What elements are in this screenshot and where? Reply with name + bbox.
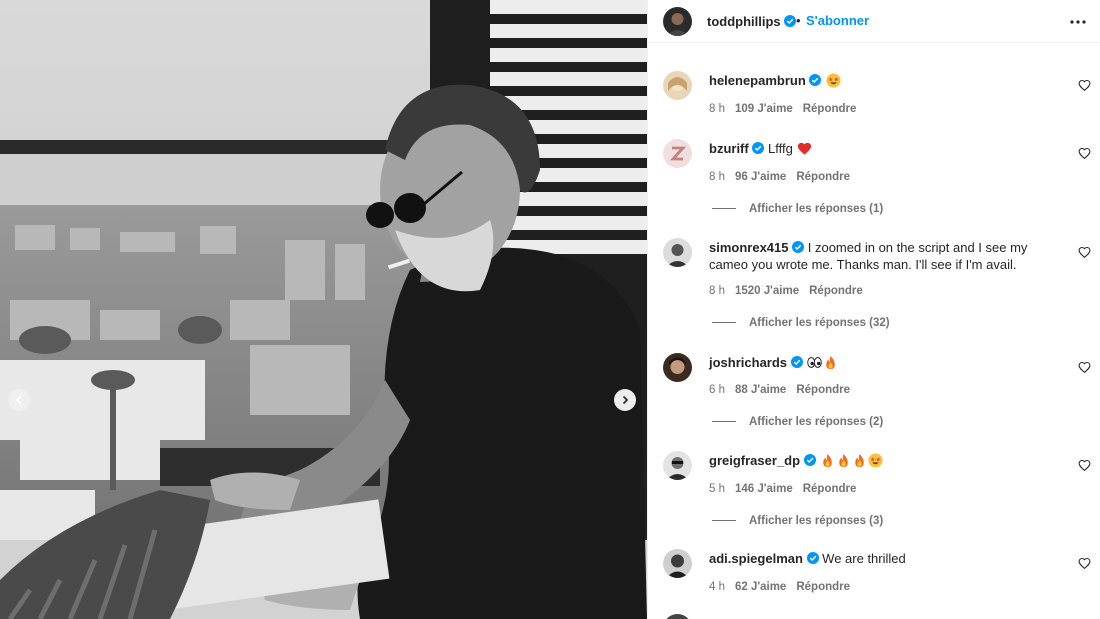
comment-item: simonrex415 I zoomed in on the script an… bbox=[648, 238, 1100, 333]
verified-badge-icon bbox=[790, 356, 803, 368]
replies-divider bbox=[712, 322, 736, 324]
comment-time[interactable]: 6 h bbox=[709, 384, 725, 396]
comment-time[interactable]: 8 h bbox=[709, 285, 725, 297]
like-heart-icon[interactable] bbox=[1078, 147, 1091, 160]
comment-text: greigfraser_dp bbox=[709, 452, 1069, 469]
commenter-username[interactable]: joshrichards bbox=[709, 355, 787, 370]
author-username[interactable]: toddphillips bbox=[707, 14, 797, 29]
fire-emoji-icon bbox=[855, 453, 865, 468]
comment-likes[interactable]: 1520 J'aime bbox=[735, 285, 799, 297]
view-replies-label: Afficher les réponses (3) bbox=[749, 515, 884, 527]
carousel-prev-button[interactable] bbox=[8, 389, 30, 411]
more-horizontal-icon[interactable] bbox=[1068, 13, 1088, 31]
comment-likes[interactable]: 109 J'aime bbox=[735, 103, 793, 115]
comment-time[interactable]: 8 h bbox=[709, 103, 725, 115]
like-heart-icon[interactable] bbox=[1078, 557, 1091, 570]
comment-likes[interactable]: 62 J'aime bbox=[735, 581, 786, 593]
eyes-emoji-icon bbox=[807, 357, 823, 368]
red-heart-emoji-icon bbox=[798, 142, 812, 155]
commenter-username[interactable]: adi.spiegelman bbox=[709, 551, 803, 566]
commenter-username[interactable]: simonrex415 bbox=[709, 240, 789, 255]
replies-divider bbox=[712, 520, 736, 522]
comment-time[interactable]: 4 h bbox=[709, 581, 725, 593]
view-replies-button[interactable]: Afficher les réponses (3) bbox=[712, 515, 883, 527]
commenter-avatar[interactable] bbox=[663, 139, 692, 168]
comment-meta: 8 h 109 J'aime Répondre bbox=[709, 103, 866, 115]
comment-message: We are thrilled bbox=[822, 551, 906, 566]
like-heart-icon[interactable] bbox=[1078, 79, 1091, 92]
replies-divider bbox=[712, 208, 736, 210]
star-struck-emoji-icon bbox=[826, 73, 841, 88]
reply-button[interactable]: Répondre bbox=[796, 581, 850, 593]
commenter-avatar[interactable] bbox=[663, 451, 692, 480]
replies-divider bbox=[712, 421, 736, 423]
star-struck-emoji-icon bbox=[868, 453, 883, 468]
view-replies-label: Afficher les réponses (32) bbox=[749, 317, 890, 329]
commenter-avatar[interactable] bbox=[663, 71, 692, 100]
like-heart-icon[interactable] bbox=[1078, 459, 1091, 472]
view-replies-button[interactable]: Afficher les réponses (1) bbox=[712, 203, 883, 215]
commenter-username[interactable]: greigfraser_dp bbox=[709, 453, 800, 468]
verified-badge-icon bbox=[792, 241, 805, 253]
comment-meta: 4 h 62 J'aime Répondre bbox=[709, 581, 860, 593]
comment-likes[interactable]: 96 J'aime bbox=[735, 171, 786, 183]
commenter-username[interactable]: helenepambrun bbox=[709, 73, 806, 88]
verified-badge-icon bbox=[752, 142, 765, 154]
post-photo bbox=[0, 0, 647, 619]
commenter-username[interactable]: bzuriff bbox=[709, 141, 749, 156]
fire-emoji-icon bbox=[839, 453, 849, 468]
comment-item: joshrichards 6 h 88 J'aime Répondre Affich… bbox=[648, 353, 1100, 433]
comment-likes[interactable]: 146 J'aime bbox=[735, 483, 793, 495]
carousel-next-button[interactable] bbox=[614, 389, 636, 411]
fire-emoji-icon bbox=[826, 355, 836, 370]
commenter-avatar[interactable] bbox=[663, 238, 692, 267]
comment-item: bzuriff Lfffg 8 h 96 J'aime Répondre Affic… bbox=[648, 139, 1100, 219]
comment-text: helenepambrun bbox=[709, 72, 1069, 89]
comment-time[interactable]: 8 h bbox=[709, 171, 725, 183]
commenter-avatar[interactable] bbox=[663, 353, 692, 382]
reply-button[interactable]: Répondre bbox=[796, 171, 850, 183]
view-replies-label: Afficher les réponses (1) bbox=[749, 203, 884, 215]
post-header: toddphillips • S'abonner bbox=[648, 0, 1100, 43]
comment-text: adi.spiegelman We are thrilled bbox=[709, 550, 1069, 567]
reply-button[interactable]: Répondre bbox=[803, 483, 857, 495]
view-replies-label: Afficher les réponses (2) bbox=[749, 416, 884, 428]
comment-meta: 8 h 96 J'aime Répondre bbox=[709, 171, 860, 183]
chevron-right-icon bbox=[622, 395, 629, 405]
comment-item: adi.spiegelman We are thrilled 4 h 62 J'a… bbox=[648, 549, 1100, 604]
comment-message: Lfffg bbox=[767, 141, 793, 156]
header-separator: • bbox=[796, 13, 801, 28]
view-replies-button[interactable]: Afficher les réponses (2) bbox=[712, 416, 883, 428]
next-commenter-avatar[interactable] bbox=[663, 614, 692, 619]
view-replies-button[interactable]: Afficher les réponses (32) bbox=[712, 317, 890, 329]
comment-time[interactable]: 5 h bbox=[709, 483, 725, 495]
follow-button[interactable]: S'abonner bbox=[806, 13, 869, 28]
reply-button[interactable]: Répondre bbox=[803, 103, 857, 115]
comment-text: bzuriff Lfffg bbox=[709, 140, 1069, 157]
chevron-left-icon bbox=[15, 395, 22, 405]
comment-text: joshrichards bbox=[709, 354, 1069, 371]
verified-badge-icon bbox=[809, 74, 822, 86]
like-heart-icon[interactable] bbox=[1078, 361, 1091, 374]
comment-item: helenepambrun 8 h 109 J'aime Répondre bbox=[648, 71, 1100, 126]
verified-badge-icon bbox=[784, 15, 797, 27]
post-image bbox=[0, 0, 647, 619]
comment-meta: 8 h 1520 J'aime Répondre bbox=[709, 285, 873, 297]
author-avatar[interactable] bbox=[663, 7, 692, 36]
comment-likes[interactable]: 88 J'aime bbox=[735, 384, 786, 396]
like-heart-icon[interactable] bbox=[1078, 246, 1091, 259]
comment-text: simonrex415 I zoomed in on the script an… bbox=[709, 239, 1069, 273]
comment-meta: 5 h 146 J'aime Répondre bbox=[709, 483, 866, 495]
reply-button[interactable]: Répondre bbox=[809, 285, 863, 297]
reply-button[interactable]: Répondre bbox=[796, 384, 850, 396]
commenter-avatar[interactable] bbox=[663, 549, 692, 578]
verified-badge-icon bbox=[803, 454, 816, 466]
verified-badge-icon bbox=[806, 552, 819, 564]
comment-meta: 6 h 88 J'aime Répondre bbox=[709, 384, 860, 396]
fire-emoji-icon bbox=[823, 453, 833, 468]
comments-panel: toddphillips • S'abonner helenepambrun 8… bbox=[647, 0, 1100, 619]
comment-item: greigfraser_dp 5 h 146 J'aime Répondre Aff… bbox=[648, 451, 1100, 531]
